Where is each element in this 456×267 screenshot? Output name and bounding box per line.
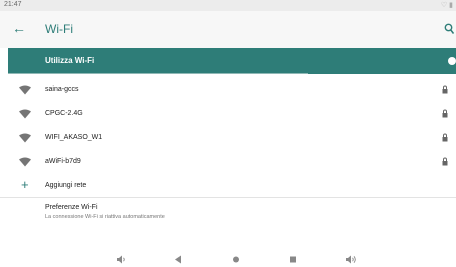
lock-icon [442, 133, 448, 142]
wifi-master-switch-bar[interactable]: Utilizza Wi-Fi [8, 48, 456, 74]
add-network-item[interactable]: + Aggiungi rete [0, 174, 456, 198]
network-item[interactable]: aWiFi-b7d9 [0, 150, 456, 174]
lock-icon [442, 109, 448, 118]
status-time: 21:47 [4, 1, 22, 8]
home-icon[interactable] [232, 255, 240, 264]
navigation-bar [0, 253, 456, 267]
status-bar: 21:47 ♡ ▮ [0, 0, 456, 11]
preferences-subtitle: La connessione Wi-Fi si riattiva automat… [45, 214, 165, 220]
plus-icon: + [21, 177, 29, 192]
divider [0, 197, 456, 198]
wifi-signal-icon [19, 133, 31, 143]
toggle-knob [448, 57, 456, 65]
network-ssid: aWiFi-b7d9 [45, 158, 81, 165]
wifi-signal-icon [19, 85, 31, 95]
network-ssid: CPGC-2.4G [45, 110, 83, 117]
lock-icon [442, 157, 448, 166]
preferences-title: Preferenze Wi-Fi [45, 204, 98, 211]
add-network-label: Aggiungi rete [45, 182, 87, 189]
wifi-signal-icon [19, 157, 31, 167]
volume-up-icon[interactable] [346, 255, 357, 264]
back-icon[interactable] [174, 255, 182, 264]
wifi-master-label: Utilizza Wi-Fi [45, 56, 95, 65]
volume-down-icon[interactable] [117, 255, 127, 264]
app-bar: ← Wi-Fi [0, 11, 456, 48]
lock-icon [442, 85, 448, 94]
recents-icon[interactable] [289, 255, 297, 264]
network-ssid: WIFI_AKASO_W1 [45, 134, 103, 141]
network-item[interactable]: saina-gccs [0, 78, 456, 102]
network-item[interactable]: WIFI_AKASO_W1 [0, 126, 456, 150]
wifi-toggle-switch[interactable] [444, 55, 456, 67]
network-item[interactable]: CPGC-2.4G [0, 102, 456, 126]
page-title: Wi-Fi [45, 22, 73, 36]
wifi-signal-icon [19, 109, 31, 119]
wifi-preferences-item[interactable]: Preferenze Wi-Fi La connessione Wi-Fi si… [0, 200, 456, 228]
scan-progress-line [8, 73, 308, 74]
status-indicators: ♡ ▮ [440, 2, 453, 9]
back-arrow-icon[interactable]: ← [12, 19, 26, 37]
network-ssid: saina-gccs [45, 86, 79, 93]
search-icon[interactable] [444, 23, 454, 35]
